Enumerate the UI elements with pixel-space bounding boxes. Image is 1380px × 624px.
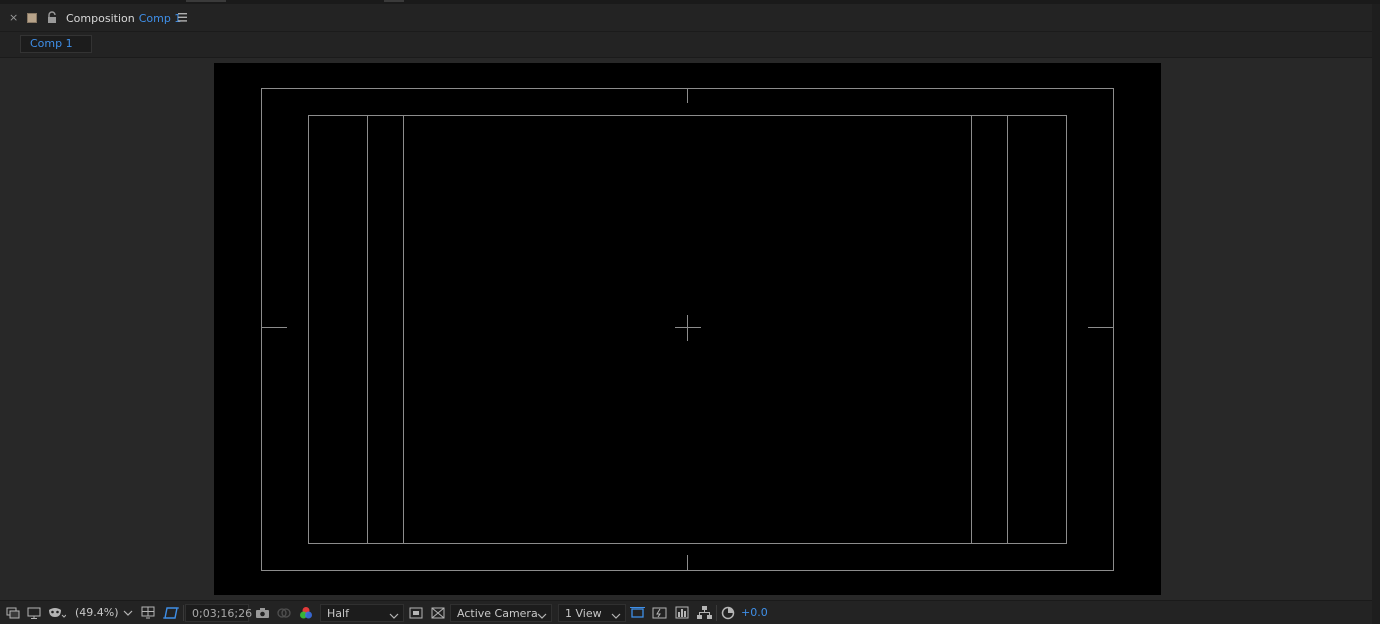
- exposure-value[interactable]: +0.0: [741, 601, 768, 624]
- close-panel-icon[interactable]: ×: [9, 11, 18, 24]
- strip-mark: [384, 0, 404, 2]
- tab-comp-1[interactable]: Comp 1: [20, 35, 92, 53]
- chevron-down-icon[interactable]: [123, 601, 133, 624]
- panel-comp-name: Comp 1: [138, 12, 182, 25]
- chevron-down-icon: [611, 609, 621, 622]
- color-channels-icon[interactable]: [299, 601, 313, 624]
- comp-label-color-icon[interactable]: [27, 13, 37, 23]
- composition-canvas[interactable]: [214, 63, 1161, 595]
- monitor-icon[interactable]: [27, 601, 41, 624]
- chevron-down-icon: [537, 609, 547, 622]
- always-preview-icon[interactable]: [6, 601, 20, 624]
- snapshot-icon[interactable]: [255, 601, 270, 624]
- safe-margin-guides: [261, 88, 1114, 571]
- comp-flowchart-icon[interactable]: [697, 601, 712, 624]
- viewer-toolbar: (49.4%) 0;03;16;26 Half Active Camera 1 …: [0, 600, 1372, 624]
- separator: [716, 605, 717, 621]
- current-time-display[interactable]: 0;03;16;26: [185, 604, 252, 622]
- transparency-grid-icon[interactable]: [141, 601, 155, 624]
- resolution-value: Half: [327, 606, 349, 620]
- composition-viewer[interactable]: [0, 58, 1372, 600]
- camera-dropdown[interactable]: Active Camera: [450, 604, 552, 622]
- lock-icon[interactable]: [46, 11, 58, 25]
- tab-bar: Comp 1: [0, 32, 1372, 57]
- reset-exposure-icon[interactable]: [721, 601, 735, 624]
- zoom-level[interactable]: (49.4%): [75, 601, 119, 624]
- view-layout-value: 1 View: [565, 606, 602, 620]
- mask-visibility-icon[interactable]: [48, 601, 66, 624]
- panel-title: Composition Comp 1: [66, 12, 181, 25]
- timeline-icon[interactable]: [675, 601, 689, 624]
- toggle-transparency-icon[interactable]: [431, 601, 445, 624]
- panel-menu-icon[interactable]: [178, 12, 188, 22]
- panel-title-label: Composition: [66, 12, 135, 25]
- view-layout-dropdown[interactable]: 1 View: [558, 604, 626, 622]
- panel-header: × Composition Comp 1: [0, 4, 1372, 32]
- strip-mark: [186, 0, 226, 2]
- resolution-dropdown[interactable]: Half: [320, 604, 404, 622]
- camera-value: Active Camera: [457, 606, 538, 620]
- panel-edge: [1372, 4, 1380, 624]
- region-of-interest-icon[interactable]: [163, 601, 179, 624]
- show-snapshot-icon[interactable]: [277, 601, 291, 624]
- fast-previews-icon[interactable]: [409, 601, 423, 624]
- fast-previews-toggle-icon[interactable]: [652, 601, 667, 624]
- chevron-down-icon: [389, 609, 399, 622]
- separator: [183, 605, 184, 621]
- toggle-pixel-aspect-icon[interactable]: [630, 601, 645, 624]
